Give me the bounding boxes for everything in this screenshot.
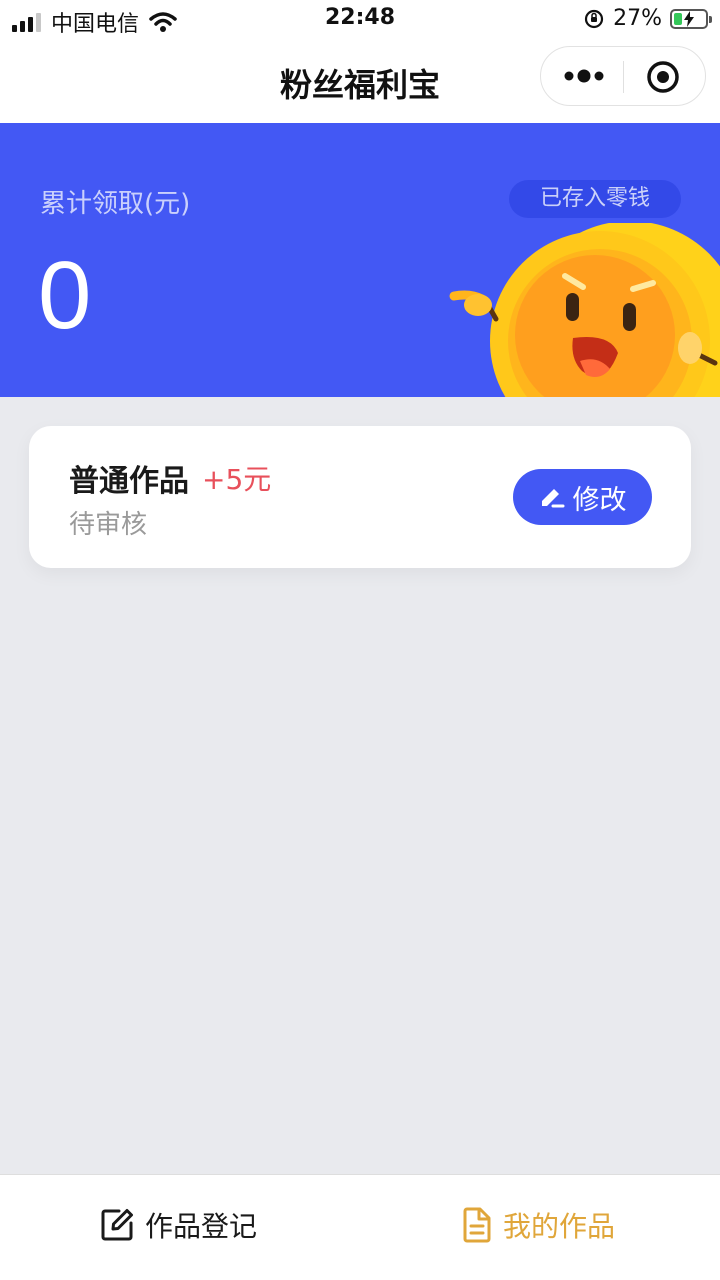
document-icon [463,1207,491,1243]
total-earnings-amount: 0 [38,242,92,349]
app-screen: 中国电信 22:48 27% 粉丝福利宝 累计领取(元) 已存入零钱 0 普通作… [0,0,720,1280]
status-bar: 中国电信 22:48 27% [0,0,720,40]
battery-cap [709,15,712,23]
miniprogram-capsule [540,46,706,106]
pencil-icon [541,489,564,508]
earnings-banner: 累计领取(元) 已存入零钱 0 [0,123,720,397]
work-reward: +5元 [202,463,272,496]
close-miniprogram-icon[interactable] [645,59,681,95]
tab-my-works[interactable]: 我的作品 [461,1205,615,1245]
edit-square-icon [101,1209,133,1241]
nav-bar: 粉丝福利宝 [0,40,720,123]
work-title: 普通作品 [69,464,189,499]
tab-bar: 作品登记 我的作品 [0,1174,720,1280]
battery-level-fill [674,12,682,25]
tab-work-register[interactable]: 作品登记 [99,1205,257,1245]
status-right: 27% [583,6,712,31]
saved-to-wallet-badge: 已存入零钱 [509,180,681,218]
work-status: 待审核 [69,510,148,540]
edit-work-button[interactable]: 修改 [513,469,652,525]
tab-work-register-label: 作品登记 [145,1210,258,1243]
work-card: 普通作品 +5元 待审核 修改 [29,426,691,568]
tab-my-works-label: 我的作品 [503,1210,616,1243]
battery-icon [670,8,712,29]
coin-mascot-illustration [449,223,720,397]
charging-bolt-icon [684,10,694,27]
capsule-divider [623,61,624,93]
battery-percent: 27% [613,6,662,31]
total-earnings-label: 累计领取(元) [40,189,191,219]
rotation-lock-icon [584,9,604,28]
more-icon[interactable] [561,53,607,99]
edit-button-label: 修改 [572,484,627,516]
